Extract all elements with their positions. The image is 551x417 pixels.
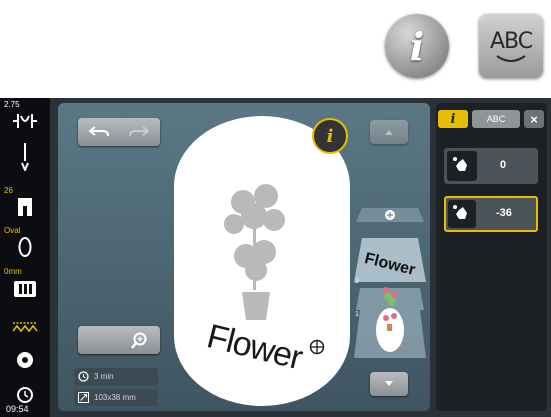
hoop-icon[interactable]: [17, 236, 33, 258]
needle-value: 2.75: [4, 100, 20, 109]
info-icon: i: [326, 125, 334, 147]
design-size-box: 103x38 mm: [74, 389, 158, 406]
stitch-time-box: 3 min: [74, 368, 158, 385]
presser-foot-icon[interactable]: [15, 196, 35, 218]
bobbin-icon[interactable]: [15, 350, 35, 370]
tab-info[interactable]: i: [438, 110, 468, 128]
move-handle-icon[interactable]: [308, 338, 326, 356]
clock-time: 09:54: [6, 404, 29, 414]
tab-abc-label: ABC: [486, 114, 506, 124]
needle-icon[interactable]: [19, 143, 31, 171]
redo-icon[interactable]: [128, 125, 150, 139]
time-icon: [78, 371, 89, 382]
hoop-label: Oval: [4, 226, 21, 235]
tab-text-arc[interactable]: ABC: [472, 110, 520, 128]
thread-label: 0mm: [4, 267, 22, 276]
arc-value-1: 0: [500, 159, 507, 171]
clock-icon[interactable]: [16, 386, 34, 404]
info-button[interactable]: i: [385, 14, 449, 78]
tab-info-icon: i: [450, 111, 456, 127]
magnifier-icon: [131, 332, 147, 349]
undo-icon[interactable]: [88, 125, 110, 139]
chevron-down-icon: [385, 381, 393, 386]
zoom-button[interactable]: [78, 326, 160, 354]
arc-value-2: -36: [496, 207, 512, 219]
hand-adjust-icon: [448, 200, 476, 228]
feed-dog-icon[interactable]: [12, 320, 38, 334]
size-icon: [78, 392, 89, 403]
info-icon: i: [409, 23, 425, 69]
close-button[interactable]: ×: [524, 110, 544, 128]
arc-icon: [496, 54, 526, 62]
arc-adjust-row-1[interactable]: 0: [444, 148, 538, 184]
arc-adjust-row-2[interactable]: -36: [444, 196, 538, 232]
stitch-plate-icon[interactable]: [13, 280, 37, 298]
undo-redo-button-group: [78, 118, 160, 146]
text-arc-label: ABC: [489, 28, 533, 54]
flower-pot-design[interactable]: [218, 180, 294, 328]
chevron-up-icon: [385, 130, 393, 135]
stitch-width-icon[interactable]: [10, 110, 40, 132]
presser-foot-number: 26: [4, 186, 13, 195]
design-size-label: 103x38 mm: [94, 393, 136, 402]
layer-stack[interactable]: [352, 198, 428, 364]
layer-number-2: 2: [355, 278, 359, 285]
layer-number-1: 1: [355, 311, 359, 318]
design-info-button[interactable]: i: [312, 118, 348, 154]
scroll-down-button[interactable]: [370, 372, 408, 396]
hand-adjust-icon: [447, 151, 477, 181]
text-arc-button[interactable]: ABC: [479, 14, 543, 78]
close-icon: ×: [530, 111, 538, 127]
stitch-time-label: 3 min: [94, 372, 114, 381]
scroll-up-button[interactable]: [370, 120, 408, 144]
